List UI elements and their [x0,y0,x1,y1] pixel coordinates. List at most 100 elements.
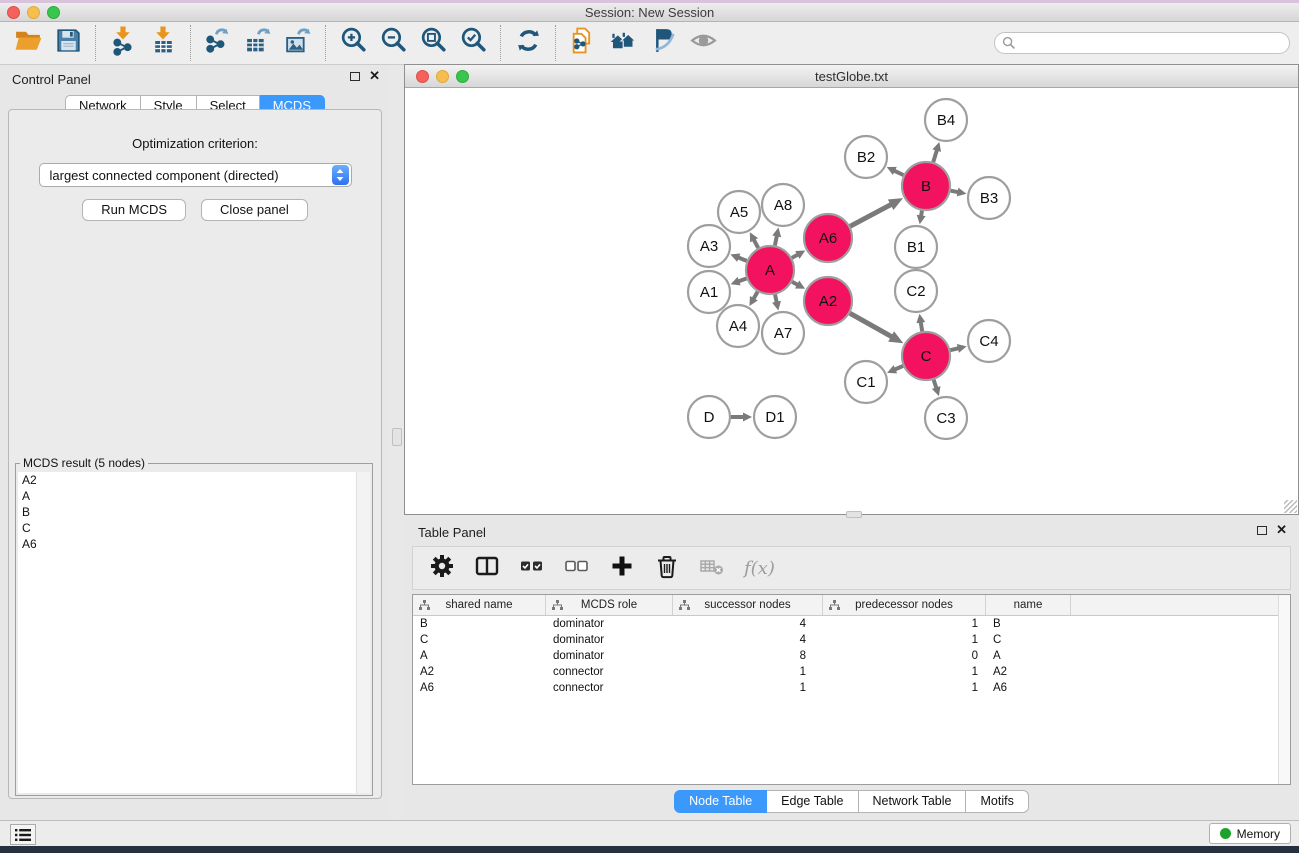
table-row[interactable]: A2 connector 1 1 A2 [413,664,1290,680]
home-button[interactable] [603,23,643,63]
resize-grip-icon[interactable] [1284,500,1297,513]
plus-icon [607,551,637,586]
task-history-button[interactable] [10,824,36,845]
graph-edge-A-A8[interactable] [775,235,777,246]
network-canvas[interactable]: AA1A2A3A4A5A6A7A8BB1B2B3B4CC1C2C3C4DD1 [405,88,1298,514]
select-all-button[interactable] [515,551,549,585]
result-scrollbar[interactable] [356,472,370,793]
network-view-window: testGlobe.txt AA1A2A3A4A5A6A7A8BB1B2B3B4… [404,64,1299,515]
import-network-icon [108,25,139,61]
run-mcds-button[interactable]: Run MCDS [82,199,186,221]
close-table-panel-icon[interactable]: ✕ [1276,525,1287,535]
delete-table-button[interactable] [695,551,729,585]
panel-splitter-handle[interactable] [392,428,402,446]
export-network-button[interactable] [198,23,238,63]
result-item[interactable]: A2 [18,472,370,488]
graph-edge-A-A5[interactable] [753,239,758,248]
horizontal-splitter-handle[interactable] [846,511,862,518]
graph-edge-A-A3[interactable] [737,257,746,261]
mcds-panel: Optimization criterion: largest connecte… [8,109,382,799]
show-hide-button[interactable] [683,23,723,63]
close-panel-button[interactable]: Close panel [201,199,308,221]
result-item[interactable]: A6 [18,536,370,552]
table-row[interactable]: C dominator 4 1 C [413,632,1290,648]
add-column-button[interactable] [605,551,639,585]
table-settings-button[interactable] [425,551,459,585]
tab-network-table[interactable]: Network Table [859,790,967,813]
eye-icon [688,25,719,61]
graph-edge-A2-C[interactable] [850,313,893,337]
hide-flag-icon [648,25,679,61]
result-item[interactable]: C [18,520,370,536]
graph-edge-arrowhead [957,344,967,353]
tab-motifs[interactable]: Motifs [966,790,1028,813]
zoom-fit-icon [418,25,449,61]
memory-button[interactable]: Memory [1209,823,1291,844]
node-table[interactable]: shared name MCDS role successor nodes pr… [412,594,1291,785]
table-scrollbar[interactable] [1278,595,1290,784]
open-session-button[interactable] [8,23,48,63]
graph-node-label-A6: A6 [819,230,837,247]
export-image-button[interactable] [278,23,318,63]
split-view-button[interactable] [470,551,504,585]
graph-edge-arrowhead [932,386,941,396]
network-window-title: testGlobe.txt [405,69,1298,84]
deselect-all-button[interactable] [560,551,594,585]
import-table-button[interactable] [143,23,183,63]
apply-layout-button[interactable] [508,23,548,63]
zoom-in-icon [338,25,369,61]
zoom-out-button[interactable] [373,23,413,63]
toolbar-separator [95,25,96,61]
search-field[interactable] [994,32,1290,54]
zoom-fit-button[interactable] [413,23,453,63]
table-row[interactable]: A dominator 8 0 A [413,648,1290,664]
memory-status-icon [1220,828,1231,839]
trash-icon [652,551,682,586]
open-folder-icon [13,25,44,61]
home-icon [608,25,639,61]
result-item[interactable]: A [18,488,370,504]
search-input[interactable] [1016,34,1289,52]
network-graph: AA1A2A3A4A5A6A7A8BB1B2B3B4CC1C2C3C4DD1 [405,88,1298,514]
graph-edge-B-B4[interactable] [933,149,937,162]
table-row[interactable]: B dominator 4 1 B [413,616,1290,632]
zoom-in-button[interactable] [333,23,373,63]
control-panel: Control Panel ✕ Network Style Select MCD… [0,65,390,820]
hide-panel-button[interactable] [643,23,683,63]
column-header-mcds-role[interactable]: MCDS role [546,595,673,615]
float-panel-icon[interactable] [350,72,360,81]
save-session-button[interactable] [48,23,88,63]
graph-node-label-A5: A5 [730,204,748,221]
zoom-selected-icon [458,25,489,61]
graph-node-label-C3: C3 [936,410,955,427]
float-table-panel-icon[interactable] [1257,526,1267,535]
tab-node-table[interactable]: Node Table [674,790,767,813]
close-panel-icon[interactable]: ✕ [369,71,380,81]
network-from-selection-button[interactable] [563,23,603,63]
graph-edge-arrowhead [772,228,781,238]
save-floppy-icon [53,25,84,61]
function-builder-icon[interactable]: f(x) [740,558,775,579]
graph-edge-C-C2[interactable] [921,321,923,331]
criterion-select[interactable]: largest connected component (directed) [39,163,352,187]
delete-table-icon [697,551,727,586]
table-toolbar: f(x) [412,546,1291,590]
column-header-name[interactable]: name [986,595,1071,615]
export-table-button[interactable] [238,23,278,63]
network-window-titlebar[interactable]: testGlobe.txt [405,65,1298,88]
graph-edge-B-B2[interactable] [893,170,903,175]
tab-edge-table[interactable]: Edge Table [767,790,858,813]
graph-node-label-B: B [921,178,931,195]
import-network-button[interactable] [103,23,143,63]
zoom-selected-button[interactable] [453,23,493,63]
result-item[interactable]: B [18,504,370,520]
graph-node-label-A8: A8 [774,197,792,214]
mcds-result-list[interactable]: A2 A B C A6 [18,472,370,793]
column-header-predecessor-nodes[interactable]: predecessor nodes [823,595,986,615]
column-header-shared-name[interactable]: shared name [413,595,546,615]
table-row[interactable]: A6 connector 1 1 A6 [413,680,1290,696]
gear-icon [427,551,457,586]
graph-edge-A6-B[interactable] [850,204,892,226]
column-header-successor-nodes[interactable]: successor nodes [673,595,823,615]
delete-column-button[interactable] [650,551,684,585]
